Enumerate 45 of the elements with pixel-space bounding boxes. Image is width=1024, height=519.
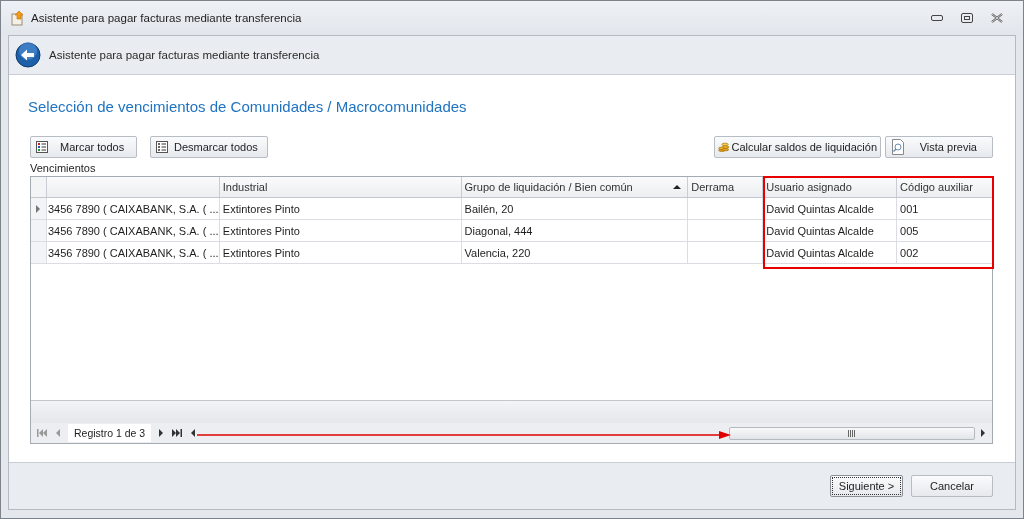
document-search-icon <box>891 139 905 155</box>
record-counter: Registro 1 de 3 <box>68 424 152 442</box>
checklist-icon <box>156 141 168 153</box>
table-cell: David Quintas Alcalde <box>763 198 898 219</box>
page-title: Asistente para pagar facturas mediante transferencia <box>49 49 320 61</box>
table-cell: Bailén, 20 <box>461 198 689 219</box>
column-header[interactable]: Industrial <box>219 177 462 197</box>
maximize-icon[interactable] <box>961 13 973 23</box>
next-button[interactable]: Siguiente > <box>830 475 903 497</box>
table-cell: Extintores Pinto <box>219 242 462 263</box>
table-cell: Diagonal, 444 <box>461 220 689 241</box>
table-cell: 3456 7890 ( CAIXABANK, S.A. ( ... <box>47 242 220 263</box>
document-icon <box>11 10 25 26</box>
calculate-button[interactable]: Calcular saldos de liquidación <box>714 136 881 158</box>
scroll-right-icon[interactable] <box>979 429 988 437</box>
column-header[interactable]: Usuario asignado <box>763 177 898 197</box>
table-cell-text: 002 <box>899 245 920 261</box>
checklist-icon <box>36 141 48 153</box>
scrollbar-thumb[interactable] <box>729 426 975 440</box>
row-indicator[interactable] <box>31 198 47 219</box>
table-cell-text: 001 <box>899 201 920 217</box>
table-cell: 3456 7890 ( CAIXABANK, S.A. ( ... <box>47 220 220 241</box>
table-cell: David Quintas Alcalde <box>763 220 898 241</box>
back-icon[interactable] <box>15 42 41 68</box>
last-record-icon[interactable] <box>170 429 185 437</box>
unmark-all-button[interactable]: Desmarcar todos <box>150 136 268 158</box>
table-cell-text: 005 <box>899 223 920 239</box>
grid-label: Vencimientos <box>30 162 97 176</box>
row-indicator-icon <box>36 204 41 213</box>
table-cell: Valencia, 220 <box>461 242 689 263</box>
window-title: Asistente para pagar facturas mediante transferencia <box>31 12 302 24</box>
section-title: Selección de vencimientos de Comunidades / Macrocomunidades <box>28 98 468 117</box>
table-cell: David Quintas Alcalde <box>763 242 898 263</box>
minimize-icon[interactable] <box>931 15 943 21</box>
preview-button[interactable]: Vista previa <box>885 136 993 158</box>
mark-all-button[interactable]: Marcar todos <box>30 136 137 158</box>
column-header[interactable]: Grupo de liquidación / Bien común <box>461 177 689 197</box>
column-header[interactable]: Derrama <box>688 177 764 197</box>
cancel-button[interactable]: Cancelar <box>911 475 993 497</box>
close-icon[interactable] <box>991 13 1003 23</box>
table-cell: Extintores Pinto <box>219 220 462 241</box>
first-record-icon[interactable] <box>35 429 49 437</box>
column-header[interactable]: Código auxiliar <box>897 177 992 197</box>
table-cell: Extintores Pinto <box>219 198 462 219</box>
table-cell: 3456 7890 ( CAIXABANK, S.A. ( ... <box>47 198 220 219</box>
